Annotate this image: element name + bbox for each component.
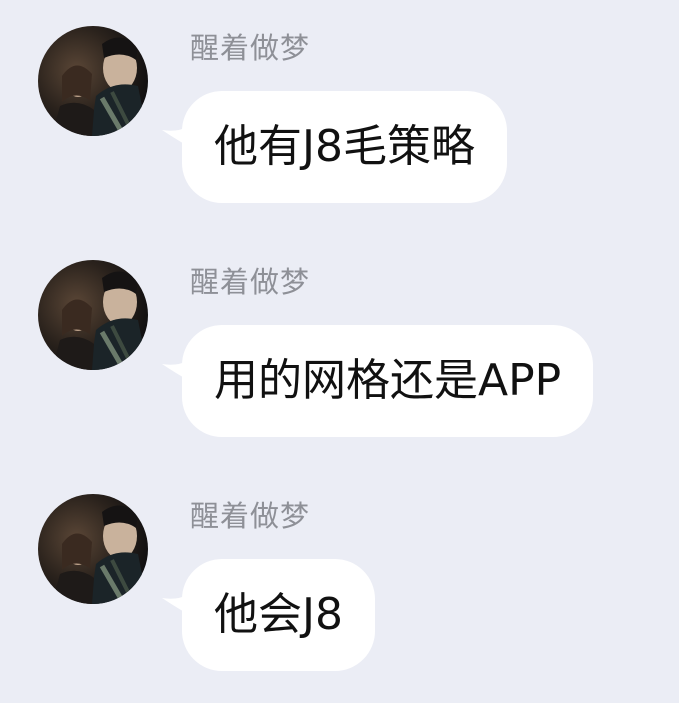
sender-name: 醒着做梦 [190, 265, 311, 299]
message-row: 醒着做梦 用的网格还是APP [0, 234, 679, 437]
message-text: 他会J8 [214, 589, 343, 640]
avatar-photo-icon [52, 37, 148, 136]
message-text: 用的网格还是APP [214, 355, 562, 406]
message-bubble[interactable]: 用的网格还是APP [182, 325, 594, 437]
message-row: 醒着做梦 他会J8 [0, 468, 679, 671]
avatar[interactable] [38, 494, 148, 604]
avatar-photo-icon [52, 505, 148, 604]
avatar[interactable] [38, 260, 148, 370]
avatar[interactable] [38, 26, 148, 136]
sender-name: 醒着做梦 [190, 499, 311, 533]
chat-window: 醒着做梦 他有J8毛策略 醒着做梦 用的网格还是APP 醒着做梦 他会J8 [0, 0, 679, 703]
sender-name: 醒着做梦 [190, 31, 311, 65]
message-row: 醒着做梦 他有J8毛策略 [0, 0, 679, 203]
avatar-photo-icon [52, 271, 148, 370]
message-text: 他有J8毛策略 [214, 121, 475, 172]
message-bubble[interactable]: 他会J8 [182, 559, 375, 671]
message-bubble[interactable]: 他有J8毛策略 [182, 91, 507, 203]
